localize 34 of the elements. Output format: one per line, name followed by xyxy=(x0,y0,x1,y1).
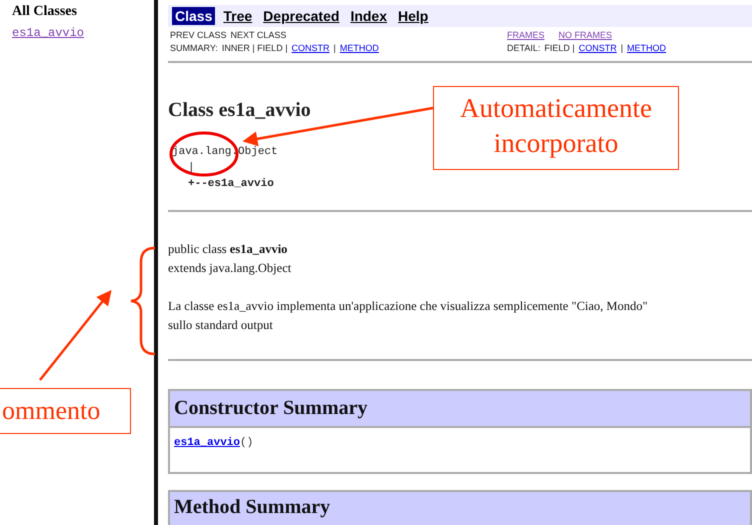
nav-link[interactable]: CONSTR xyxy=(292,43,330,53)
nav-label: DETAIL: xyxy=(507,43,540,53)
nav-link[interactable]: METHOD xyxy=(627,43,666,53)
table-header: Constructor Summary xyxy=(170,391,750,428)
description-line: La classe es1a_avvio implementa un'applicazione che visualizza semplicemente "Ciao, Mondo" xyxy=(168,298,649,315)
callout-label: ommento xyxy=(0,388,131,434)
constructor-link[interactable]: es1a_avvio xyxy=(174,437,240,449)
nav-label: FIELD | xyxy=(544,43,575,53)
class-name: +--es1a_avvio xyxy=(187,177,274,192)
nav-tab[interactable]: Help xyxy=(395,7,432,25)
nav-label: PREV CLASS xyxy=(170,30,227,40)
nav-label: | xyxy=(334,43,336,53)
nav-tab[interactable]: Class xyxy=(172,7,216,25)
hierarchy-connector: | xyxy=(187,161,195,176)
nav-tab[interactable]: Tree xyxy=(220,7,256,25)
nav-link[interactable]: METHOD xyxy=(340,43,379,53)
nav-label: | xyxy=(620,43,624,53)
nav-tab[interactable]: Index xyxy=(347,7,390,25)
callout-label: Automaticamente incorporato xyxy=(433,86,679,170)
class-title: Class es1a_avvio xyxy=(168,99,311,122)
nav-label: NEXT CLASS xyxy=(230,30,286,40)
description-line: sullo standard output xyxy=(168,317,274,334)
declaration-line: extends java.lang.Object xyxy=(168,260,292,277)
table-header: Method Summary xyxy=(170,492,750,525)
nav-label: INNER | FIELD | xyxy=(222,43,288,53)
nav-link[interactable]: CONSTR xyxy=(578,43,617,53)
nav-label: SUMMARY: xyxy=(170,43,218,53)
nav-tab[interactable]: Deprecated xyxy=(260,7,342,25)
declaration-line: public class es1a_avvio xyxy=(168,241,288,258)
constructor-params: () xyxy=(240,437,254,449)
class-link[interactable]: es1a_avvio xyxy=(12,26,84,40)
nav-link[interactable]: NO FRAMES xyxy=(558,30,612,40)
nav-link[interactable]: FRAMES xyxy=(507,30,545,40)
frame-title: All Classes xyxy=(12,4,78,20)
